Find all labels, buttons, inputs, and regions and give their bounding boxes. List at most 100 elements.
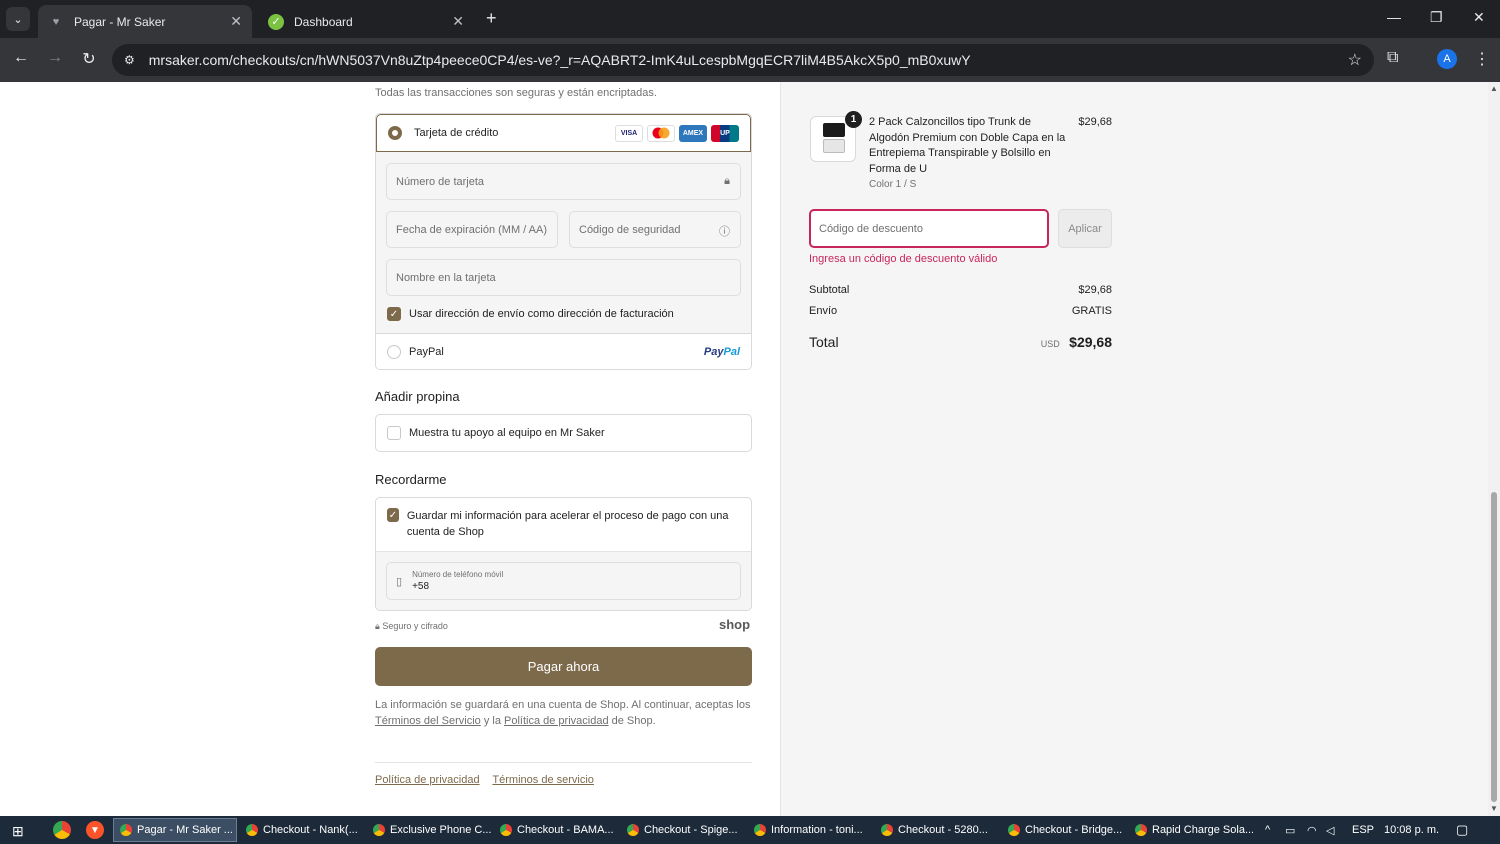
expiry-placeholder: Fecha de expiración (MM / AA) <box>396 223 548 236</box>
clock[interactable]: 10:08 p. m. <box>1384 824 1439 836</box>
product-image-dark <box>823 123 845 137</box>
privacy-policy-link[interactable]: Política de privacidad <box>375 774 480 786</box>
os-taskbar: ⊞ ▼ Pagar - Mr Saker ... Checkout - Nank… <box>0 816 1500 844</box>
bookmark-star-icon[interactable]: ☆ <box>1348 50 1362 70</box>
extensions-icon[interactable]: ⧉ <box>1387 49 1398 67</box>
taskbar-item[interactable]: Checkout - Bridge... <box>1002 818 1126 842</box>
close-tab-icon[interactable]: ✕ <box>452 13 464 30</box>
profile-avatar[interactable]: A <box>1437 49 1457 69</box>
taskbar-item[interactable]: Checkout - BAMA... <box>494 818 618 842</box>
tab-label: Dashboard <box>294 14 353 29</box>
legal-text-b: y la <box>483 715 501 727</box>
product-variant: Color 1 / S <box>869 179 917 190</box>
taskbar-item[interactable]: Checkout - Nank(... <box>240 818 364 842</box>
address-bar[interactable]: ⚙ mrsaker.com/checkouts/cn/hWN5037Vn8uZt… <box>112 44 1374 76</box>
product-name: 2 Pack Calzoncillos tipo Trunk de Algodó… <box>869 116 1066 175</box>
close-window-icon[interactable]: ✕ <box>1473 9 1485 26</box>
subtotal-value: $29,68 <box>1078 284 1112 296</box>
expiry-field[interactable]: Fecha de expiración (MM / AA) <box>386 211 558 248</box>
chrome-icon <box>246 824 258 836</box>
tab-dashboard[interactable]: ✓ Dashboard ✕ <box>258 5 474 38</box>
remember-box: ✓ Guardar mi información para acelerar e… <box>375 497 752 611</box>
discount-error: Ingresa un código de descuento válido <box>809 253 998 265</box>
name-on-card-field[interactable]: Nombre en la tarjeta <box>386 259 741 296</box>
taskbar-item-label: Checkout - Bridge... <box>1025 824 1123 836</box>
tip-option[interactable]: Muestra tu apoyo al equipo en Mr Saker <box>375 414 752 452</box>
subtotal-row: Subtotal $29,68 <box>809 284 1112 296</box>
forward-icon[interactable]: → <box>44 49 66 67</box>
mobile-phone-icon: ▯ <box>396 575 403 588</box>
url-text[interactable]: mrsaker.com/checkouts/cn/hWN5037Vn8uZtp4… <box>149 52 1348 68</box>
security-code-field[interactable]: Código de seguridad ⓘ <box>569 211 741 248</box>
card-number-placeholder: Número de tarjeta <box>396 175 485 188</box>
brave-app-icon[interactable]: ▼ <box>86 821 104 839</box>
phone-field[interactable]: ▯ Número de teléfono móvil +58 <box>386 562 741 600</box>
language-indicator[interactable]: ESP <box>1352 824 1374 836</box>
discount-code-input[interactable]: Código de descuento <box>809 209 1049 248</box>
tab-search-icon[interactable]: ⌄ <box>6 7 30 31</box>
save-info-checkbox[interactable]: ✓ <box>387 508 399 522</box>
scroll-up-icon[interactable]: ▲ <box>1490 84 1498 93</box>
unionpay-icon: UP <box>711 124 739 142</box>
taskbar-item[interactable]: Checkout - Spige... <box>621 818 745 842</box>
taskbar-item-label: Rapid Charge Sola... <box>1152 824 1253 836</box>
tray-chevron-icon[interactable]: ^ <box>1265 824 1270 836</box>
restore-icon[interactable]: ❐ <box>1430 9 1443 26</box>
taskbar-item[interactable]: Pagar - Mr Saker ... <box>113 818 237 842</box>
billing-same-label: Usar dirección de envío como dirección d… <box>409 308 674 320</box>
product-price: $29,68 <box>1078 116 1112 128</box>
heart-favicon-icon: ♥ <box>52 15 60 28</box>
secure-encrypted-label: Seguro y cifrado <box>382 621 448 631</box>
taskbar-item[interactable]: Exclusive Phone C... <box>367 818 491 842</box>
start-icon[interactable]: ⊞ <box>12 823 24 840</box>
scroll-down-icon[interactable]: ▼ <box>1490 804 1498 813</box>
scrollbar-thumb[interactable] <box>1491 492 1497 802</box>
remember-title: Recordarme <box>375 472 447 487</box>
save-info-label: Guardar mi información para acelerar el … <box>406 510 729 538</box>
chrome-icon <box>754 824 766 836</box>
card-form: Número de tarjeta 🔒︎ Fecha de expiración… <box>376 152 751 333</box>
total-currency: USD <box>1040 339 1060 349</box>
reload-icon[interactable]: ↻ <box>78 49 100 69</box>
chrome-icon <box>881 824 893 836</box>
terms-of-service-link[interactable]: Términos de servicio <box>492 774 593 786</box>
menu-icon[interactable]: ⋮ <box>1474 49 1490 69</box>
phone-value[interactable]: +58 <box>412 581 503 592</box>
notifications-icon[interactable]: ▢ <box>1456 822 1468 838</box>
quantity-badge: 1 <box>845 111 862 128</box>
new-tab-icon[interactable]: + <box>486 8 497 29</box>
shop-terms-link[interactable]: Términos del Servicio <box>375 715 481 727</box>
volume-icon[interactable]: ◁ <box>1326 824 1334 837</box>
site-info-icon[interactable]: ⚙ <box>124 53 135 67</box>
credit-card-radio[interactable] <box>388 126 402 140</box>
wifi-icon[interactable]: ◠ <box>1307 824 1317 837</box>
taskbar-item[interactable]: Rapid Charge Sola... <box>1129 818 1253 842</box>
apply-discount-button[interactable]: Aplicar <box>1058 209 1112 248</box>
tab-pagar[interactable]: ♥ Pagar - Mr Saker ✕ <box>38 5 252 38</box>
chrome-app-icon[interactable] <box>53 821 71 839</box>
pay-now-button[interactable]: Pagar ahora <box>375 647 752 686</box>
tip-checkbox[interactable] <box>387 426 401 440</box>
back-icon[interactable]: ← <box>10 49 32 67</box>
paypal-label: PayPal <box>409 346 444 358</box>
billing-same-checkbox[interactable]: ✓ <box>387 307 401 321</box>
legal-text-a: La información se guardará en una cuenta… <box>375 699 751 711</box>
paypal-radio[interactable] <box>387 345 401 359</box>
help-icon[interactable]: ⓘ <box>719 223 730 239</box>
shop-privacy-link[interactable]: Política de privacidad <box>504 715 609 727</box>
taskbar-item[interactable]: Information - toni... <box>748 818 872 842</box>
minimize-icon[interactable]: — <box>1387 9 1401 25</box>
credit-card-label: Tarjeta de crédito <box>414 127 499 139</box>
credit-card-option[interactable]: Tarjeta de crédito VISA AMEX UP <box>376 114 751 152</box>
card-number-field[interactable]: Número de tarjeta 🔒︎ <box>386 163 741 200</box>
taskbar-item-label: Checkout - Spige... <box>644 824 738 836</box>
close-tab-icon[interactable]: ✕ <box>230 13 242 30</box>
product-image-light <box>823 139 845 153</box>
security-code-placeholder: Código de seguridad <box>579 223 681 236</box>
battery-icon[interactable]: ▭ <box>1285 824 1295 837</box>
name-placeholder: Nombre en la tarjeta <box>396 271 496 284</box>
paypal-option[interactable]: PayPal PayPal <box>376 333 751 369</box>
total-value: $29,68 <box>1069 334 1112 350</box>
taskbar-item[interactable]: Checkout - 5280... <box>875 818 999 842</box>
scrollbar[interactable]: ▲ ▼ <box>1488 82 1500 816</box>
